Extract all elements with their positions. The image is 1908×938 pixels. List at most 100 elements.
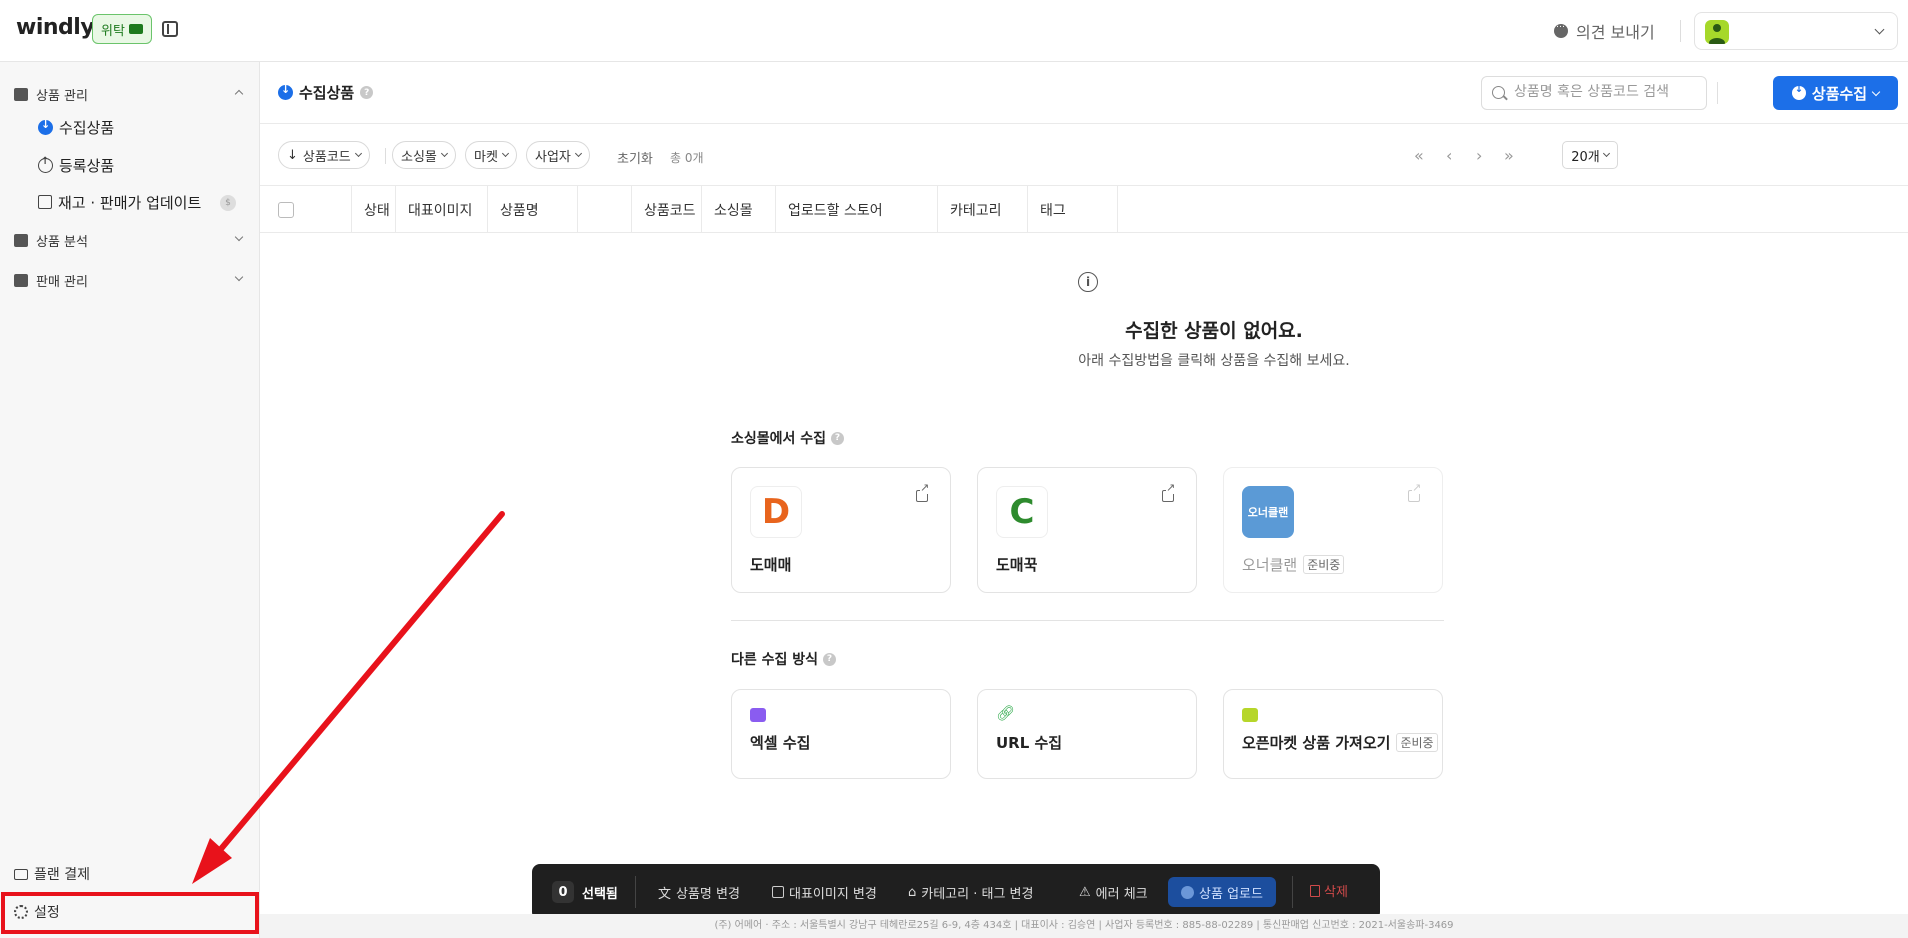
empty-state-title: 수집한 상품이 없어요. <box>0 316 1908 343</box>
page-size-select[interactable]: 20개 <box>1562 141 1618 169</box>
external-link-icon <box>1408 482 1422 502</box>
sidebar-group-sales-management[interactable]: 판매 관리 <box>0 266 260 294</box>
external-link-icon[interactable] <box>916 482 930 502</box>
chevron-down-icon <box>1602 149 1610 158</box>
help-icon[interactable]: ? <box>831 431 845 445</box>
business-filter[interactable]: 사업자 <box>526 141 590 169</box>
upload-products-button[interactable]: 상품 업로드 <box>1168 877 1276 907</box>
windly-logo[interactable]: windly <box>16 15 95 40</box>
collect-products-button[interactable]: 상품수집 <box>1773 76 1898 110</box>
sort-arrow-icon: ↓ <box>287 147 298 163</box>
badge-label: 위탁 <box>101 23 125 39</box>
chevron-down-icon <box>234 232 244 242</box>
method-card-url[interactable]: 🔗︎ URL 수집 <box>977 689 1197 779</box>
chevron-down-icon <box>234 272 244 282</box>
sidebar-item-stock-price-update[interactable]: 재고 · 판매가 업데이트 <box>38 189 201 215</box>
sidebar-item-registered-products[interactable]: 등록상품 <box>38 152 114 178</box>
ownerclan-logo: 오너클랜 <box>1242 486 1294 538</box>
help-icon[interactable]: ? <box>360 86 374 99</box>
sidebar-group-product-analysis[interactable]: 상품 분석 <box>0 226 260 254</box>
collect-button-label: 상품수집 <box>1811 84 1868 103</box>
top-bar: windly 위탁 의견 보내기 <box>0 0 1908 62</box>
sourcing-mall-filter[interactable]: 소싱몰 <box>392 141 456 169</box>
plan-payment-link[interactable]: 플랜 결제 <box>14 862 90 886</box>
column-header: 태그 <box>1028 186 1118 233</box>
last-page-icon[interactable]: » <box>1504 146 1514 165</box>
select-all-checkbox[interactable] <box>278 202 294 218</box>
card-label: URL 수집 <box>996 734 1063 752</box>
image-icon <box>772 886 784 898</box>
change-image-label: 대표이미지 변경 <box>789 886 877 902</box>
column-header <box>578 186 632 233</box>
upload-circle-icon <box>1181 885 1195 899</box>
upload-circle-icon <box>38 156 53 173</box>
section-title-text: 다른 수집 방식 <box>731 652 819 668</box>
error-check-label: 에러 체크 <box>1095 886 1148 902</box>
rename-button[interactable]: 文 상품명 변경 <box>658 881 740 903</box>
source-card-domeme[interactable]: D 도매매 <box>731 467 951 593</box>
change-category-label: 카테고리 · 태그 변경 <box>921 886 1034 902</box>
method-card-excel[interactable]: 엑셀 수집 <box>731 689 951 779</box>
domeggook-logo: C <box>996 486 1048 538</box>
next-page-icon[interactable]: › <box>1476 146 1482 165</box>
chevron-up-icon <box>234 89 244 99</box>
sidebar-group-label: 상품 관리 <box>36 88 88 104</box>
tag-icon: ⌂ <box>908 884 917 900</box>
sort-dropdown[interactable]: ↓ 상품코드 <box>278 141 370 169</box>
empty-subtitle-text: 아래 수집방법을 클릭해 상품을 수집해 보세요. <box>1078 353 1350 369</box>
column-header: 상품명 <box>488 186 578 233</box>
download-circle-icon <box>38 118 53 135</box>
plan-payment-label: 플랜 결제 <box>34 867 90 883</box>
sidebar-toggle-icon[interactable] <box>162 21 178 37</box>
clipboard-icon <box>14 233 28 247</box>
market-filter[interactable]: 마켓 <box>465 141 517 169</box>
sidebar-item-label: 수집상품 <box>59 118 115 137</box>
sidebar-group-label: 판매 관리 <box>36 274 88 290</box>
first-page-icon[interactable]: « <box>1414 146 1424 165</box>
avatar <box>1705 20 1729 44</box>
chevron-down-icon <box>440 149 448 158</box>
empty-state-subtitle: 아래 수집방법을 클릭해 상품을 수집해 보세요. <box>0 350 1908 370</box>
feedback-button[interactable]: 의견 보내기 <box>1554 18 1655 44</box>
search-input[interactable] <box>1514 84 1700 100</box>
card-label: 오너클랜 <box>1242 556 1298 574</box>
domeme-logo: D <box>750 486 802 538</box>
filter-label: 마켓 <box>474 149 498 165</box>
error-check-button[interactable]: ⚠ 에러 체크 <box>1079 881 1148 903</box>
annotation-highlight-box <box>1 892 259 934</box>
sidebar-item-collected-products[interactable]: 수집상품 <box>38 114 114 140</box>
account-select[interactable] <box>1694 12 1898 50</box>
change-image-button[interactable]: 대표이미지 변경 <box>772 881 877 903</box>
store-icon <box>14 273 28 287</box>
reset-filters-link[interactable]: 초기화 <box>617 148 653 167</box>
sidebar: 상품 관리 수집상품 등록상품 재고 · 판매가 업데이트 $ 상품 분석 판매… <box>0 62 260 938</box>
chevron-down-icon <box>354 149 362 158</box>
search-box[interactable] <box>1481 76 1707 110</box>
page-header: 수집상품 ? 상품수집 <box>260 62 1908 124</box>
card-label: 오픈마켓 상품 가져오기 <box>1242 734 1391 752</box>
chevron-down-icon <box>574 149 582 158</box>
chevron-down-icon <box>501 149 509 158</box>
external-link-icon[interactable] <box>1162 482 1176 502</box>
truck-icon <box>128 24 143 34</box>
upload-label: 상품 업로드 <box>1199 886 1263 902</box>
prev-page-icon[interactable]: ‹ <box>1446 146 1452 165</box>
sourcing-section-title: 소싱몰에서 수집 ? <box>731 428 845 448</box>
column-header: 카테고리 <box>938 186 1028 233</box>
credit-card-icon <box>14 868 28 880</box>
selected-count: 0 <box>552 881 574 903</box>
sort-label: 상품코드 <box>302 149 351 165</box>
edit-icon <box>38 195 52 209</box>
column-header: 업로드할 스토어 <box>776 186 938 233</box>
help-icon[interactable]: ? <box>823 652 837 666</box>
sidebar-group-product-management[interactable]: 상품 관리 <box>0 80 260 108</box>
card-label: 도매꾹 <box>996 556 1038 574</box>
feedback-label: 의견 보내기 <box>1576 23 1655 42</box>
delete-button[interactable]: 삭제 <box>1310 881 1348 900</box>
card-label-row: 오픈마켓 상품 가져오기 준비중 <box>1242 732 1438 753</box>
card-label: 엑셀 수집 <box>750 734 811 752</box>
change-category-tag-button[interactable]: ⌂ 카테고리 · 태그 변경 <box>908 881 1033 903</box>
consignment-badge[interactable]: 위탁 <box>92 14 152 44</box>
filter-label: 사업자 <box>535 149 571 165</box>
source-card-domeggook[interactable]: C 도매꾹 <box>977 467 1197 593</box>
